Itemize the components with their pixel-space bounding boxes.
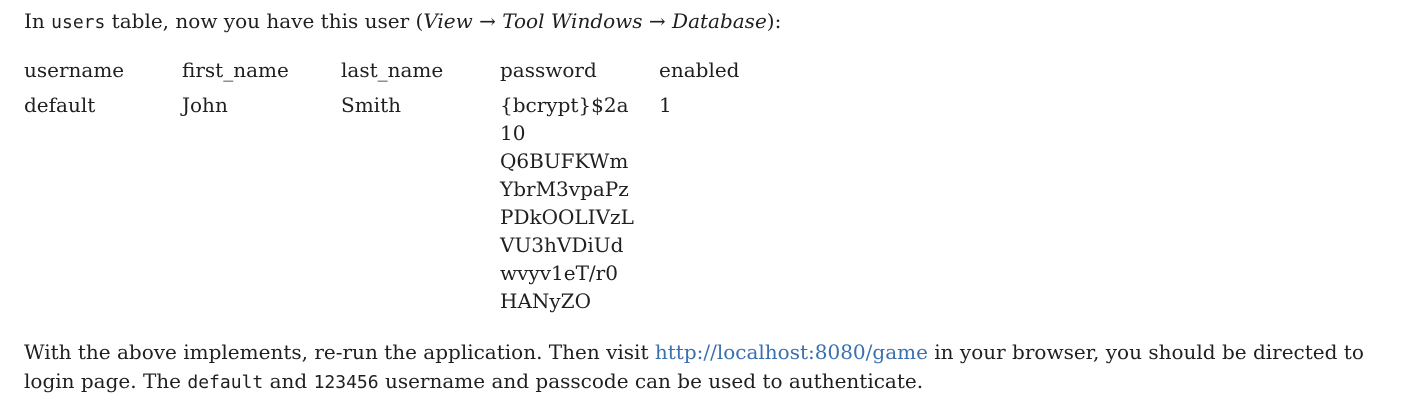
- password-line: PDkOOLIVzL: [500, 205, 634, 229]
- password-line: 10: [500, 121, 526, 145]
- cell-username: default: [24, 93, 96, 117]
- password-code: 123456: [313, 372, 379, 393]
- password-line: wvyv1eT/r0: [500, 261, 618, 285]
- header-last-name: last_name: [341, 58, 444, 82]
- intro-middle: table, now you have this user (: [105, 9, 424, 33]
- cell-enabled: 1: [659, 93, 672, 117]
- users-table: username first_name last_name password e…: [24, 56, 779, 315]
- password-line: YbrM3vpaPz: [500, 177, 629, 201]
- menu-path: View → Tool Windows → Database: [423, 9, 767, 33]
- cell-last-name: Smith: [341, 93, 401, 117]
- intro-suffix: ):: [766, 9, 782, 33]
- table-row: default John Smith {bcrypt}$2a 10 Q6BUFK…: [24, 91, 779, 315]
- cell-password: {bcrypt}$2a 10 Q6BUFKWm YbrM3vpaPz PDkOO…: [500, 91, 659, 315]
- outro-text-1: With the above implements, re-run the ap…: [24, 340, 655, 364]
- outro-text-3: and: [263, 369, 314, 393]
- password-line: {bcrypt}$2a: [500, 93, 629, 117]
- intro-prefix: In: [24, 9, 52, 33]
- password-line: VU3hVDiUd: [500, 233, 624, 257]
- username-code: default: [187, 372, 264, 393]
- outro-text-4: username and passcode can be used to aut…: [378, 369, 924, 393]
- table-header-row: username first_name last_name password e…: [24, 56, 779, 91]
- intro-paragraph: In users table, now you have this user (…: [24, 6, 781, 38]
- cell-first-name: John: [182, 93, 228, 117]
- header-password: password: [500, 58, 597, 82]
- header-first-name: first_name: [182, 58, 289, 82]
- game-url-link[interactable]: http://localhost:8080/game: [655, 340, 928, 364]
- header-username: username: [24, 58, 125, 82]
- outro-paragraph: With the above implements, re-run the ap…: [24, 338, 1404, 397]
- header-enabled: enabled: [659, 58, 740, 82]
- password-line: Q6BUFKWm: [500, 149, 629, 173]
- password-line: HANyZO: [500, 289, 591, 313]
- table-name-code: users: [51, 12, 106, 33]
